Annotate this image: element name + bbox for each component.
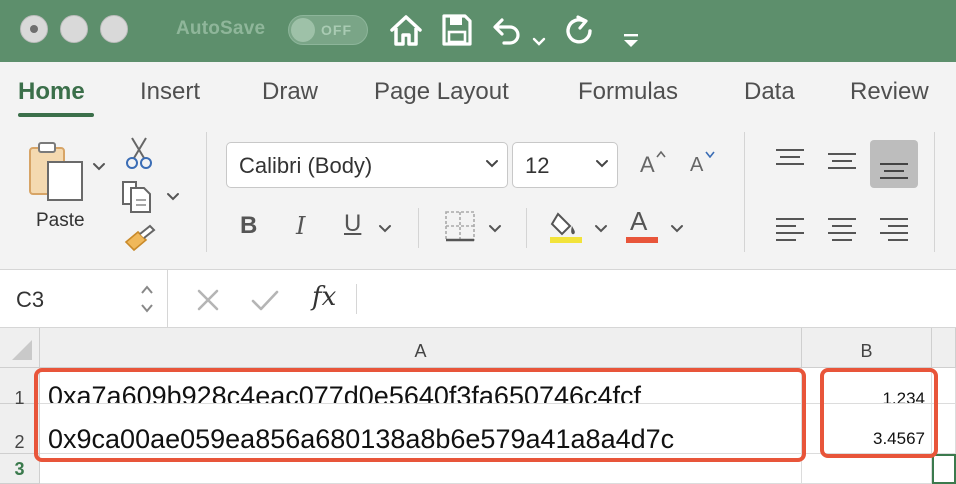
home-icon[interactable] — [388, 12, 424, 48]
format-painter-icon[interactable] — [122, 222, 158, 254]
chevron-down-icon — [486, 160, 498, 168]
confirm-entry-icon[interactable] — [250, 288, 280, 312]
cell-c2[interactable] — [932, 404, 956, 454]
tab-review[interactable]: Review — [850, 78, 929, 106]
column-header-b[interactable]: B — [802, 328, 932, 368]
cell-b3[interactable] — [802, 454, 932, 484]
font-color-swatch — [626, 237, 658, 243]
tab-insert[interactable]: Insert — [140, 78, 200, 106]
redo-icon[interactable] — [562, 12, 596, 48]
formula-separator — [356, 284, 357, 314]
tab-home[interactable]: Home — [18, 78, 85, 106]
cell-a2[interactable]: 0x9ca00ae059ea856a680138a8b6e579a41a8a4d… — [40, 404, 802, 454]
cell-c3-selected[interactable] — [932, 454, 956, 484]
autosave-toggle[interactable]: OFF — [288, 15, 368, 45]
fill-color-chevron-icon[interactable] — [594, 224, 608, 234]
autosave-toggle-knob — [291, 18, 315, 42]
paste-options-chevron-icon[interactable] — [92, 162, 106, 172]
align-middle-icon[interactable] — [826, 148, 858, 174]
row-header-3[interactable]: 3 — [0, 454, 40, 484]
cell-c1[interactable] — [932, 368, 956, 404]
cancel-entry-icon[interactable] — [196, 288, 220, 312]
tab-data[interactable]: Data — [744, 78, 795, 106]
row-header-1[interactable]: 1 — [0, 368, 40, 408]
chevron-down-icon — [596, 160, 608, 168]
font-size-dropdown[interactable]: 12 — [512, 142, 618, 188]
select-all-corner[interactable] — [0, 328, 40, 368]
minimize-window-button[interactable] — [60, 15, 88, 43]
ribbon-home: Paste Calibri (Body) 12 A A B I U A — [0, 124, 956, 270]
cell-b1[interactable]: 1.234 — [802, 368, 932, 404]
spreadsheet-grid: A B 1 2 3 0xa7a609b928c4eac077d0e5640f3f… — [0, 328, 956, 484]
align-right-icon[interactable] — [878, 216, 910, 242]
close-window-button[interactable] — [20, 15, 48, 43]
ribbon-tab-bar: Home Insert Draw Page Layout Formulas Da… — [0, 62, 956, 124]
column-header-a[interactable]: A — [40, 328, 802, 368]
name-box-value: C3 — [16, 287, 45, 312]
italic-button[interactable]: I — [296, 212, 305, 240]
copy-icon[interactable] — [120, 178, 156, 214]
font-color-chevron-icon[interactable] — [670, 224, 684, 234]
name-box-stepper-icon[interactable] — [140, 282, 154, 316]
undo-dropdown-chevron-icon[interactable] — [532, 24, 546, 60]
fill-color-icon[interactable] — [548, 208, 584, 244]
increase-font-caret-icon — [656, 150, 666, 158]
formula-input[interactable] — [366, 280, 946, 318]
ribbon-separator — [206, 132, 207, 252]
formula-bar: C3 fx — [0, 270, 956, 328]
underline-button[interactable]: U — [344, 210, 361, 238]
insert-function-button[interactable]: fx — [312, 282, 336, 312]
font-size-value: 12 — [525, 153, 550, 178]
tab-draw[interactable]: Draw — [262, 78, 318, 106]
paste-icon[interactable] — [26, 138, 88, 204]
align-bottom-icon — [880, 163, 908, 179]
tab-page-layout[interactable]: Page Layout — [374, 78, 509, 106]
tab-formulas[interactable]: Formulas — [578, 78, 678, 106]
underline-options-chevron-icon[interactable] — [378, 224, 392, 234]
save-icon[interactable] — [440, 12, 474, 48]
align-left-icon[interactable] — [774, 216, 806, 242]
autosave-toggle-state: OFF — [321, 22, 352, 38]
ribbon-separator — [418, 208, 419, 248]
row-header-2[interactable]: 2 — [0, 404, 40, 454]
cut-icon[interactable] — [124, 136, 154, 170]
ribbon-separator — [934, 132, 935, 252]
font-name-dropdown[interactable]: Calibri (Body) — [226, 142, 508, 188]
paste-label: Paste — [36, 210, 85, 231]
cell-b2[interactable]: 3.4567 — [802, 404, 932, 454]
column-header-c[interactable] — [932, 328, 956, 368]
title-bar: AutoSave OFF — [0, 0, 956, 62]
undo-icon[interactable] — [490, 12, 524, 48]
align-top-icon[interactable] — [774, 148, 806, 174]
decrease-font-size-button[interactable]: A — [690, 154, 703, 177]
font-name-value: Calibri (Body) — [239, 153, 373, 178]
cell-a1[interactable]: 0xa7a609b928c4eac077d0e5640f3fa650746c4f… — [40, 368, 802, 404]
cell-a3[interactable] — [40, 454, 802, 484]
customize-toolbar-icon[interactable] — [622, 22, 640, 58]
decrease-font-caret-icon — [705, 151, 715, 158]
active-tab-indicator — [18, 113, 94, 117]
increase-font-size-button[interactable]: A — [640, 152, 655, 178]
borders-icon[interactable] — [444, 210, 476, 242]
autosave-label: AutoSave — [176, 18, 266, 39]
font-color-button[interactable]: A — [630, 206, 647, 237]
ribbon-separator — [526, 208, 527, 248]
ribbon-separator — [744, 132, 745, 252]
align-center-icon[interactable] — [826, 216, 858, 242]
select-all-triangle-icon — [12, 340, 32, 360]
borders-chevron-icon[interactable] — [488, 224, 502, 234]
name-box[interactable]: C3 — [0, 270, 168, 328]
copy-options-chevron-icon[interactable] — [166, 192, 180, 202]
zoom-window-button[interactable] — [100, 15, 128, 43]
bold-button[interactable]: B — [240, 212, 257, 240]
